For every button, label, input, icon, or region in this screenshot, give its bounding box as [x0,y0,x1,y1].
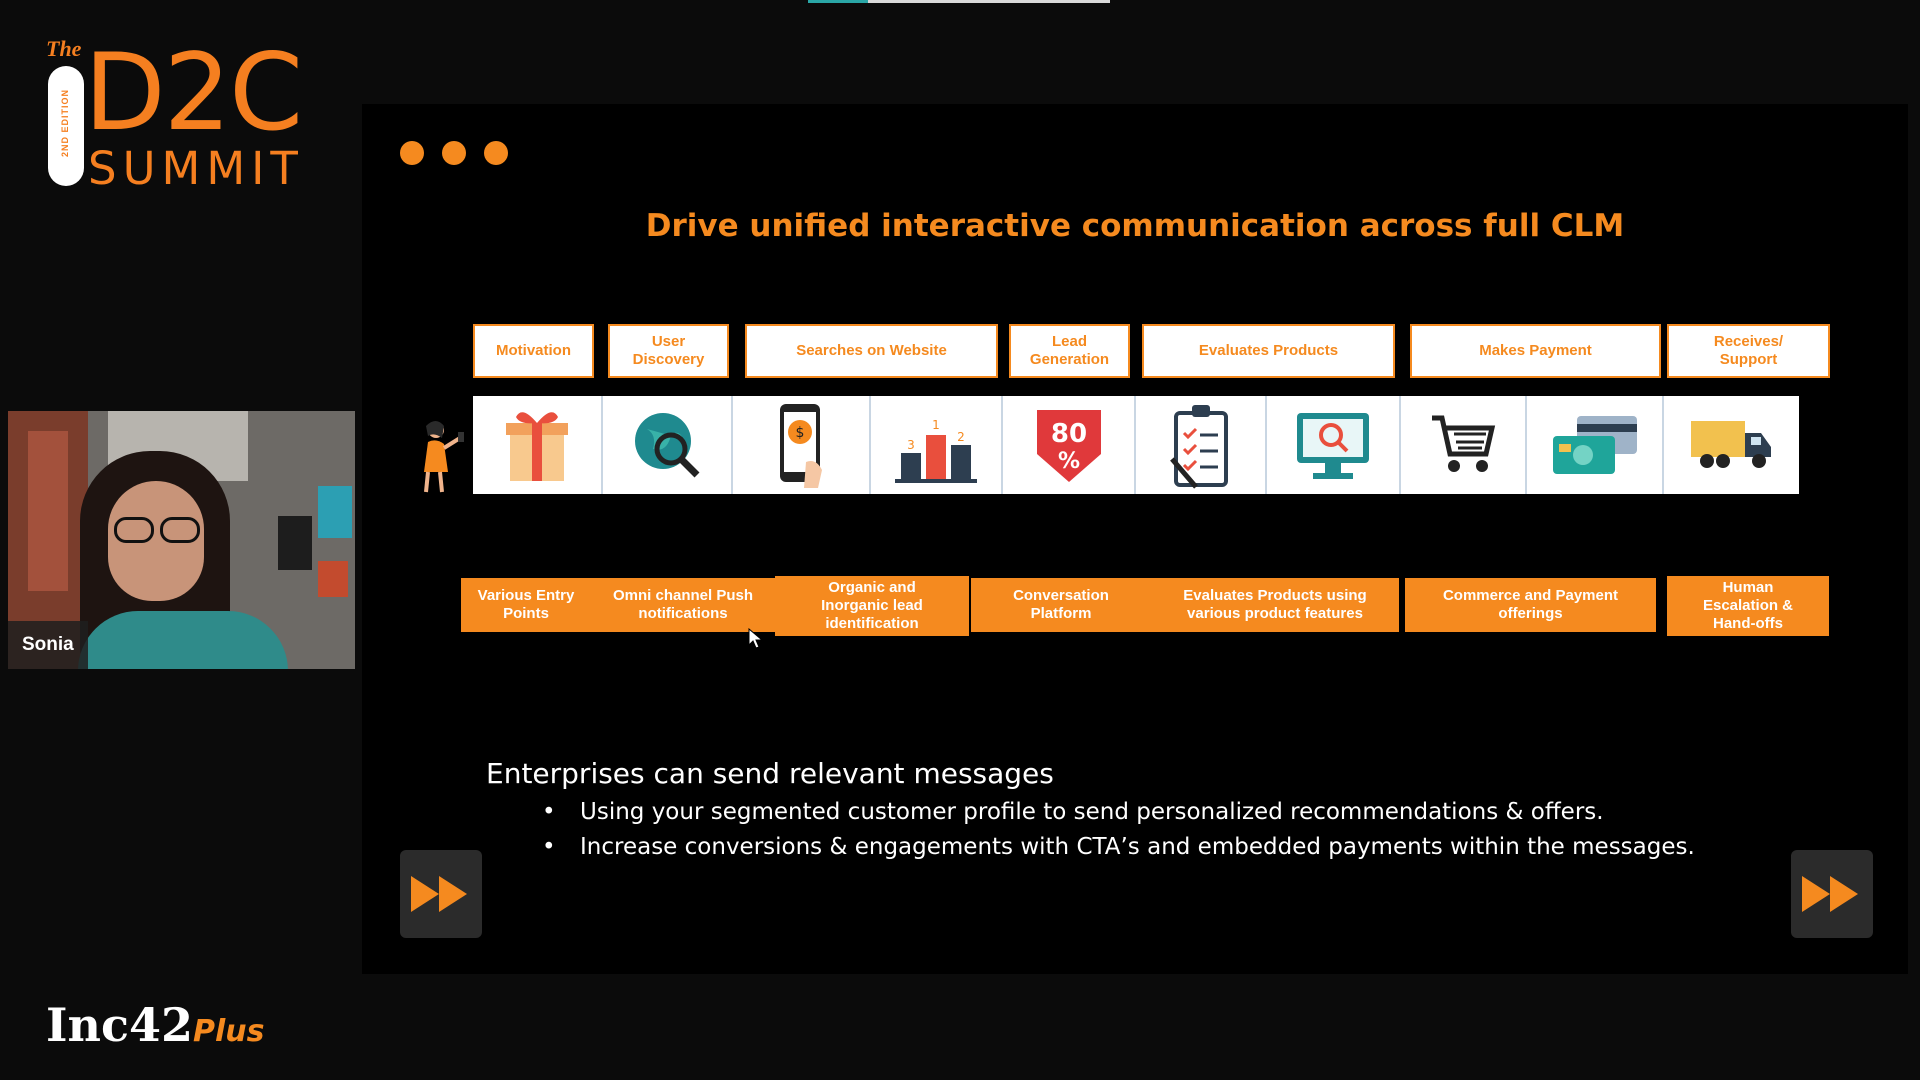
credit-card-icon [1527,396,1664,494]
message-heading: Enterprises can send relevant messages [486,757,1054,790]
fast-forward-button-right[interactable] [1791,850,1873,938]
stage-label: Lead Generation [1009,324,1130,378]
discount-percent: % [1057,449,1079,474]
stage-label: Searches on Website [745,324,998,378]
feature-label: Evaluates Products using various product… [1151,578,1399,632]
bullet-item: Increase conversions & engagements with … [540,830,1695,865]
brand-main: Inc42 [46,998,193,1052]
inc42-plus-logo: Inc42Plus [46,998,264,1052]
stage-label: User Discovery [608,324,729,378]
checklist-icon [1136,396,1267,494]
brand-plus: Plus [192,1014,265,1049]
svg-text:2: 2 [957,430,965,444]
mobile-payment-icon: $ [733,396,871,494]
globe-search-icon [603,396,733,494]
logo-summit: SUMMIT [88,142,304,195]
gift-icon [473,396,603,494]
discount-value: 80 [1050,419,1086,449]
feature-label: Various Entry Points [461,578,591,632]
stage-label: Motivation [473,324,594,378]
feature-label: Conversation Platform [971,578,1151,632]
event-logo: The 2ND EDITION D2C SUMMIT [44,30,314,195]
shopping-cart-icon [1401,396,1527,494]
slide-title: Drive unified interactive communication … [645,208,1625,244]
customer-figure-icon [424,421,464,493]
bullet-item: Using your segmented customer profile to… [540,795,1695,830]
podium-chart-icon: 3 1 2 [871,396,1003,494]
speaker-video-tile[interactable]: Sonia [8,411,355,669]
fast-forward-icon [411,876,467,912]
progress-indicator [808,0,1110,3]
logo-edition: 2ND EDITION [60,89,70,158]
logo-the: The [46,36,82,61]
monitor-search-icon [1267,396,1401,494]
journey-icon-strip: $ 3 1 2 80% [473,396,1799,494]
feature-label: Organic and Inorganic lead identificatio… [775,576,969,636]
svg-text:$: $ [796,425,805,441]
fast-forward-button-left[interactable] [400,850,482,938]
fast-forward-icon [1802,876,1858,912]
feature-label: Human Escalation & Hand-offs [1667,576,1829,636]
message-bullets: Using your segmented customer profile to… [540,795,1695,865]
speaker-name: Sonia [8,621,88,669]
svg-text:3: 3 [907,438,915,452]
feature-label: Omni channel Push notifications [591,578,775,632]
logo-edition-pill: 2ND EDITION [48,66,84,186]
logo-d2c: D2C [84,31,303,154]
stage-label: Evaluates Products [1142,324,1395,378]
stage-label: Receives/ Support [1667,324,1830,378]
mouse-cursor-icon [748,628,764,649]
delivery-truck-icon [1664,396,1799,494]
feature-label: Commerce and Payment offerings [1405,578,1656,632]
stage-label: Makes Payment [1410,324,1661,378]
discount-tag-icon: 80% [1003,396,1136,494]
svg-text:1: 1 [932,418,940,432]
